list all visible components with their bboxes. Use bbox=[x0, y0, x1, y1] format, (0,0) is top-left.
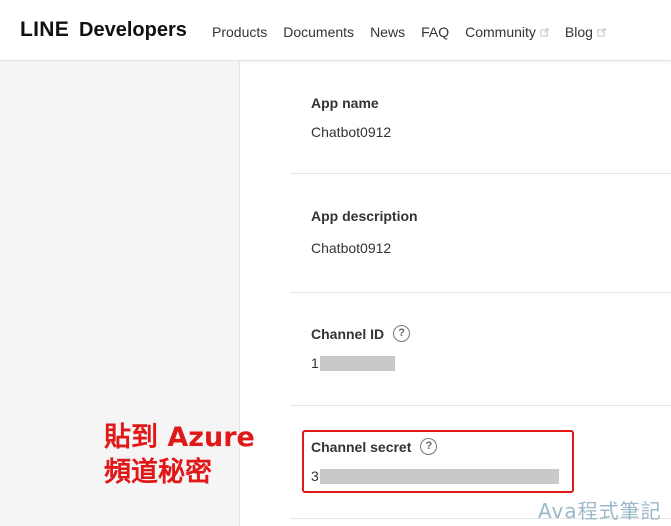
app-name-value: Chatbot0912 bbox=[311, 124, 392, 140]
nav-products-label: Products bbox=[212, 24, 268, 40]
logo-developers-text: Developers bbox=[79, 19, 187, 41]
app-description-value: Chatbot0912 bbox=[311, 240, 392, 256]
annotation-line-2: 頻道秘密 bbox=[104, 457, 212, 488]
nav-community-link[interactable]: Community bbox=[465, 24, 549, 40]
nav-news-label: News bbox=[370, 24, 406, 40]
channel-id-section: Channel ID ? 1 bbox=[290, 293, 671, 406]
app-description-section: App description Chatbot0912 bbox=[290, 174, 671, 293]
nav-products-link[interactable]: Products bbox=[212, 24, 267, 40]
app-name-label: App name bbox=[311, 95, 379, 111]
line-developers-logo[interactable]: LINE Developers bbox=[20, 18, 187, 42]
redacted-mask bbox=[319, 355, 395, 371]
main-nav: Products Documents News FAQ Community Bl… bbox=[212, 24, 622, 40]
nav-faq-label: FAQ bbox=[421, 24, 450, 40]
top-navigation-bar: LINE Developers Products Documents News … bbox=[0, 0, 671, 61]
help-icon[interactable]: ? bbox=[393, 325, 411, 342]
nav-documents-label: Documents bbox=[283, 24, 355, 40]
channel-id-prefix: 1 bbox=[311, 355, 319, 371]
external-link-icon bbox=[597, 27, 606, 37]
app-name-section: App name Chatbot0912 bbox=[290, 61, 671, 174]
annotation-text: 貼到 Azure 頻道秘密 bbox=[104, 420, 255, 490]
nav-news-link[interactable]: News bbox=[370, 24, 405, 40]
nav-blog-link[interactable]: Blog bbox=[565, 24, 606, 40]
nav-blog-label: Blog bbox=[564, 24, 593, 40]
external-link-icon bbox=[540, 27, 549, 37]
nav-community-label: Community bbox=[465, 24, 536, 40]
watermark-text: Ava程式筆記 bbox=[538, 499, 662, 523]
logo-line-text: LINE bbox=[20, 18, 70, 41]
channel-secret-highlight bbox=[302, 430, 574, 493]
nav-documents-link[interactable]: Documents bbox=[283, 24, 354, 40]
app-description-label: App description bbox=[311, 208, 418, 224]
channel-id-value: 1 bbox=[311, 355, 395, 371]
channel-id-label-row: Channel ID ? bbox=[311, 325, 411, 342]
annotation-line-1: 貼到 Azure bbox=[104, 422, 255, 453]
channel-id-label: Channel ID bbox=[311, 325, 385, 342]
nav-faq-link[interactable]: FAQ bbox=[421, 24, 449, 40]
